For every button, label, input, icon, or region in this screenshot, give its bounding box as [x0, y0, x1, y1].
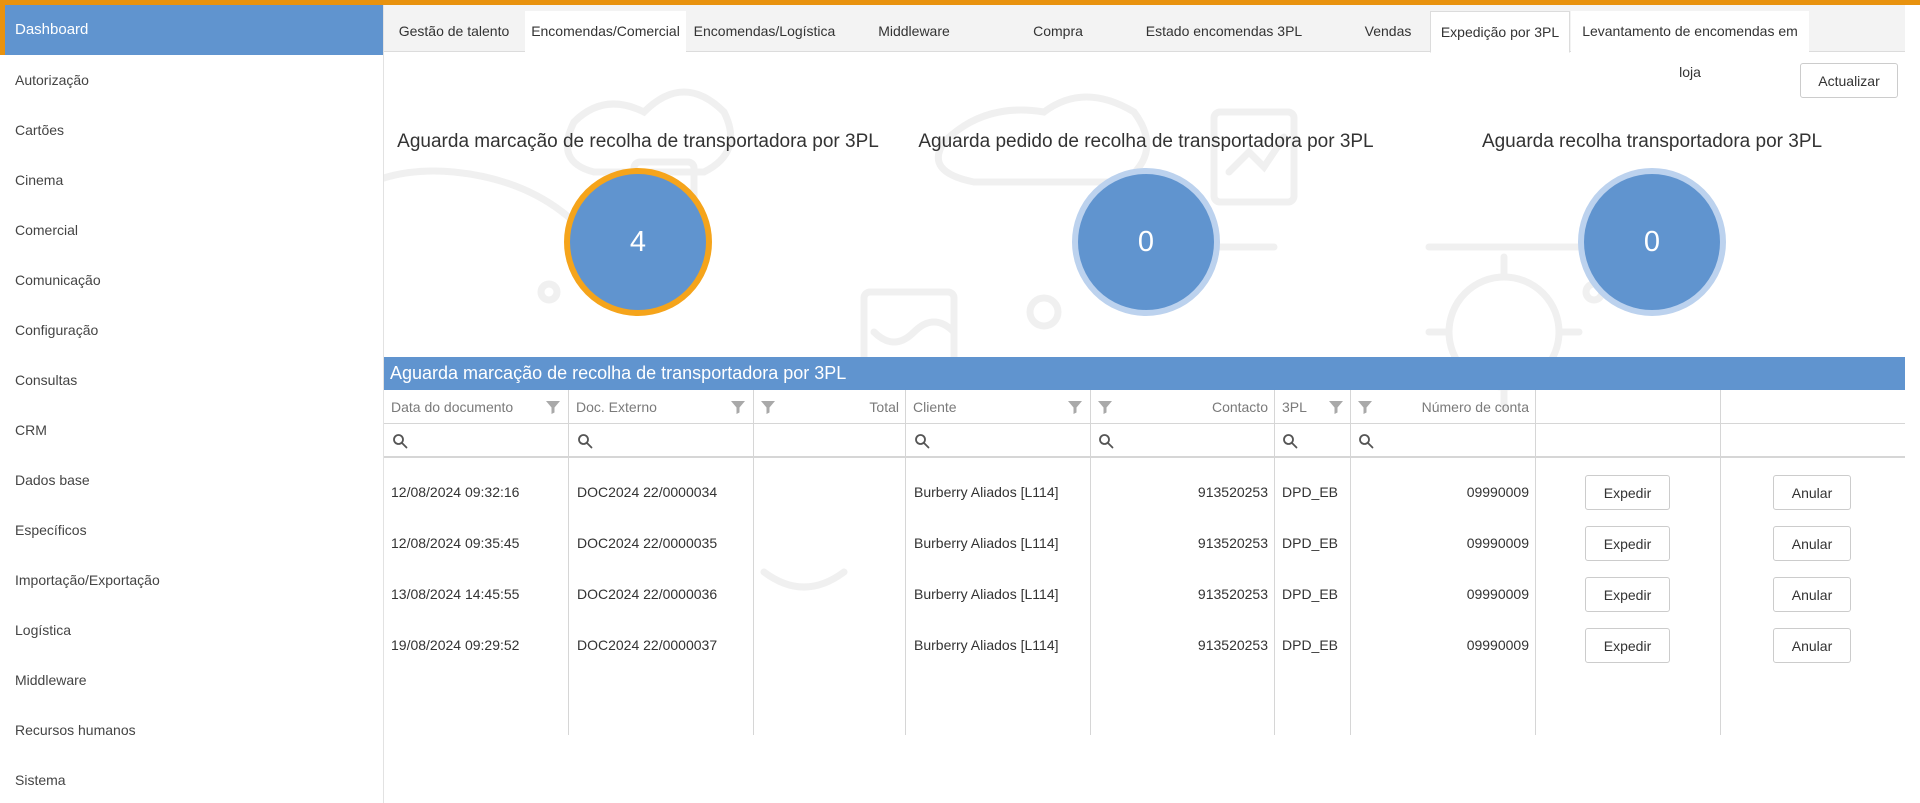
cell-contact: 913520253 — [1197, 535, 1268, 551]
search-icon[interactable] — [1098, 433, 1114, 449]
filter-icon[interactable] — [1328, 399, 1344, 415]
cancel-button[interactable]: Anular — [1773, 628, 1851, 663]
sidebar-item-crm[interactable]: CRM — [0, 405, 383, 455]
tab-encomendas-logistica[interactable]: Encomendas/Logística — [687, 11, 842, 52]
column-header-total[interactable]: Total — [784, 390, 899, 424]
cell-account-number: 09990009 — [1466, 637, 1529, 653]
cell-total — [760, 518, 899, 569]
cell-3pl: DPD_EB — [1282, 637, 1339, 653]
cancel-button[interactable]: Anular — [1773, 577, 1851, 612]
cell-external-doc: DOC2024 22/0000034 — [577, 484, 718, 500]
cell-client: Burberry Aliados [L114] — [914, 586, 1059, 602]
kpi-title-awaiting-pickup-request: Aguarda pedido de recolha de transportad… — [918, 131, 1374, 152]
tab-expedicao-3pl[interactable]: Expedição por 3PL — [1430, 11, 1570, 53]
refresh-button[interactable]: Actualizar — [1800, 63, 1898, 98]
cell-3pl: DPD_EB — [1282, 535, 1339, 551]
sidebar-item-sistema[interactable]: Sistema — [0, 755, 383, 803]
column-header-account-number[interactable]: Número de conta — [1380, 390, 1529, 424]
search-icon[interactable] — [392, 433, 408, 449]
kpi-circle-awaiting-carrier-pickup[interactable]: 0 — [1578, 168, 1726, 316]
cell-3pl: DPD_EB — [1282, 484, 1339, 500]
sidebar-item-comercial[interactable]: Comercial — [0, 205, 383, 255]
column-header-3pl[interactable]: 3PL — [1282, 390, 1307, 424]
sidebar-item-comunicacao[interactable]: Comunicação — [0, 255, 383, 305]
ship-button[interactable]: Expedir — [1585, 475, 1670, 510]
cell-3pl: DPD_EB — [1282, 586, 1339, 602]
cell-account-number: 09990009 — [1466, 535, 1529, 551]
sidebar-item-recursos-humanos[interactable]: Recursos humanos — [0, 705, 383, 755]
column-header-external-doc[interactable]: Doc. Externo — [576, 390, 657, 424]
column-header-date[interactable]: Data do documento — [391, 390, 513, 424]
cell-client: Burberry Aliados [L114] — [914, 484, 1059, 500]
ship-button[interactable]: Expedir — [1585, 577, 1670, 612]
cell-date: 12/08/2024 09:32:16 — [391, 484, 520, 500]
filter-icon[interactable] — [1097, 399, 1113, 415]
cell-account-number: 09990009 — [1466, 484, 1529, 500]
filter-icon[interactable] — [730, 399, 746, 415]
grid-filter-row — [384, 424, 1905, 458]
orders-grid: Data do documento Doc. Externo Total Cli… — [384, 390, 1905, 735]
cancel-button[interactable]: Anular — [1773, 526, 1851, 561]
kpi-title-awaiting-pickup-marking: Aguarda marcação de recolha de transport… — [397, 131, 879, 152]
sidebar-item-configuracao[interactable]: Configuração — [0, 305, 383, 355]
main-content: Gestão de talento Encomendas/Comercial E… — [384, 5, 1920, 803]
filter-icon[interactable] — [1067, 399, 1083, 415]
search-icon[interactable] — [577, 433, 593, 449]
cell-external-doc: DOC2024 22/0000036 — [577, 586, 718, 602]
cell-date: 13/08/2024 14:45:55 — [391, 586, 520, 602]
sidebar-item-consultas[interactable]: Consultas — [0, 355, 383, 405]
cell-total — [760, 467, 899, 518]
cell-contact: 913520253 — [1197, 586, 1268, 602]
sidebar-item-logistica[interactable]: Logística — [0, 605, 383, 655]
column-header-contact[interactable]: Contacto — [1120, 390, 1268, 424]
tab-encomendas-comercial[interactable]: Encomendas/Comercial — [525, 11, 686, 52]
kpi-circle-awaiting-pickup-request[interactable]: 0 — [1072, 168, 1220, 316]
kpi-title-awaiting-carrier-pickup: Aguarda recolha transportadora por 3PL — [1481, 131, 1823, 152]
kpi-circle-awaiting-pickup-marking[interactable]: 4 — [564, 168, 712, 316]
tab-estado-encomendas-3pl[interactable]: Estado encomendas 3PL — [1131, 11, 1317, 52]
cell-client: Burberry Aliados [L114] — [914, 535, 1059, 551]
filter-icon[interactable] — [1357, 399, 1373, 415]
sidebar: Dashboard Autorização Cartões Cinema Com… — [0, 5, 384, 803]
filter-icon[interactable] — [760, 399, 776, 415]
cell-account-number: 09990009 — [1466, 586, 1529, 602]
cell-client: Burberry Aliados [L114] — [914, 637, 1059, 653]
ship-button[interactable]: Expedir — [1585, 526, 1670, 561]
cancel-button[interactable]: Anular — [1773, 475, 1851, 510]
ship-button[interactable]: Expedir — [1585, 628, 1670, 663]
filter-icon[interactable] — [545, 399, 561, 415]
cell-contact: 913520253 — [1197, 484, 1268, 500]
tab-levantamento-encomendas-loja[interactable]: Levantamento de encomendas em loja — [1571, 11, 1809, 80]
cell-external-doc: DOC2024 22/0000035 — [577, 535, 718, 551]
sidebar-item-cinema[interactable]: Cinema — [0, 155, 383, 205]
grid-title: Aguarda marcação de recolha de transport… — [384, 357, 1905, 390]
tab-gestao-talento[interactable]: Gestão de talento — [384, 11, 524, 52]
sidebar-item-cartoes[interactable]: Cartões — [0, 105, 383, 155]
cell-total — [760, 620, 899, 671]
cell-contact: 913520253 — [1197, 637, 1268, 653]
tab-compra[interactable]: Compra — [986, 11, 1130, 52]
grid-header-row: Data do documento Doc. Externo Total Cli… — [384, 390, 1905, 424]
cell-total — [760, 569, 899, 620]
dashboard-tabs: Gestão de talento Encomendas/Comercial E… — [384, 5, 1905, 80]
search-icon[interactable] — [1282, 433, 1298, 449]
search-icon[interactable] — [1358, 433, 1374, 449]
sidebar-item-importacao-exportacao[interactable]: Importação/Exportação — [0, 555, 383, 605]
sidebar-item-dashboard[interactable]: Dashboard — [0, 5, 383, 55]
sidebar-item-middleware[interactable]: Middleware — [0, 655, 383, 705]
sidebar-item-dados-base[interactable]: Dados base — [0, 455, 383, 505]
sidebar-item-autorizacao[interactable]: Autorização — [0, 55, 383, 105]
tab-middleware[interactable]: Middleware — [843, 11, 985, 52]
cell-external-doc: DOC2024 22/0000037 — [577, 637, 718, 653]
column-header-client[interactable]: Cliente — [913, 390, 957, 424]
sidebar-item-especificos[interactable]: Específicos — [0, 505, 383, 555]
cell-date: 19/08/2024 09:29:52 — [391, 637, 520, 653]
search-icon[interactable] — [914, 433, 930, 449]
cell-date: 12/08/2024 09:35:45 — [391, 535, 520, 551]
